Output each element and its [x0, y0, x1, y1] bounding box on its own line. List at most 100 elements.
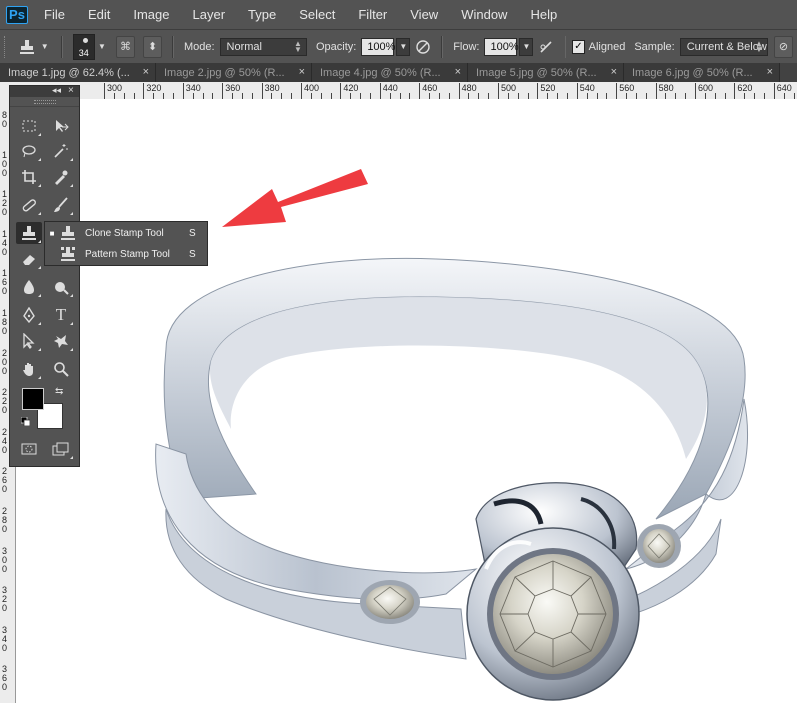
marquee-tool-icon[interactable]	[16, 115, 42, 137]
tab-document[interactable]: Image 5.jpg @ 50% (R... ×	[468, 63, 624, 82]
close-icon[interactable]: ×	[299, 66, 305, 78]
tab-document[interactable]: Image 1.jpg @ 62.4% (... ×	[0, 63, 156, 82]
ignore-adjustment-layers-icon[interactable]: ⊘	[773, 35, 794, 58]
ruler-label: 580	[658, 83, 674, 93]
menu-file[interactable]: File	[44, 7, 65, 22]
tools-grip[interactable]	[10, 97, 79, 107]
screen-mode-icon[interactable]	[48, 438, 74, 460]
tools-panel-header[interactable]: ◂◂ ×	[10, 85, 79, 97]
menu-filter[interactable]: Filter	[358, 7, 387, 22]
collapse-icon[interactable]: ◂◂	[52, 85, 61, 96]
ruler-tick	[576, 83, 578, 99]
aligned-label: Aligned	[588, 40, 626, 53]
ruler-tick	[182, 83, 184, 99]
blur-tool-icon[interactable]	[16, 276, 42, 298]
opacity-dropdown-button[interactable]: ▼	[396, 37, 411, 56]
flyout-item-label: Clone Stamp Tool	[85, 227, 164, 239]
menu-image[interactable]: Image	[133, 7, 169, 22]
chevron-down-icon[interactable]: ▼	[98, 42, 106, 51]
tab-document[interactable]: Image 2.jpg @ 50% (R... ×	[156, 63, 312, 82]
tab-label: Image 4.jpg @ 50% (R...	[320, 66, 441, 79]
separator	[172, 35, 174, 58]
lasso-tool-icon[interactable]	[16, 140, 42, 162]
ruler-tick	[616, 83, 618, 99]
swap-colors-icon[interactable]: ⇆	[55, 386, 63, 397]
magic-wand-icon[interactable]	[48, 140, 74, 162]
options-grip[interactable]	[4, 35, 8, 58]
custom-shape-icon[interactable]	[48, 330, 74, 352]
document-canvas[interactable]	[16, 99, 797, 703]
menu-layer[interactable]: Layer	[193, 7, 226, 22]
ruler-label: 540	[579, 83, 595, 93]
type-tool-icon[interactable]: T	[48, 304, 74, 326]
menu-window[interactable]: Window	[461, 7, 507, 22]
center-setting	[466, 482, 640, 701]
path-selection-icon[interactable]	[16, 330, 42, 352]
crop-tool-icon[interactable]	[16, 166, 42, 188]
default-colors-icon[interactable]	[20, 416, 31, 427]
eraser-tool-icon[interactable]	[16, 248, 42, 270]
move-tool-icon[interactable]	[48, 115, 74, 137]
ruler-tick	[537, 83, 539, 99]
options-bar: ▼ 34 ▼ ⌘ ⬍ Mode: Normal ▲ ▼ Opacity: 100%…	[0, 29, 797, 63]
clone-stamp-tool-icon[interactable]	[16, 222, 42, 244]
menu-type[interactable]: Type	[248, 7, 276, 22]
horizontal-ruler[interactable]: 300 320 340 360 380 400 420 440 460 480 500 520 540 5…	[0, 82, 797, 100]
eyedropper-icon[interactable]	[48, 166, 74, 188]
tools-panel: ◂◂ × T ⇆	[9, 85, 80, 467]
flyout-item-clone-stamp[interactable]: ■ Clone Stamp Tool S	[45, 223, 207, 243]
brush-preset-picker[interactable]: 34	[72, 33, 96, 60]
document-tabs: Image 1.jpg @ 62.4% (... × Image 2.jpg @ …	[0, 63, 797, 82]
airbrush-icon[interactable]	[537, 37, 554, 57]
ruler-label: 440	[382, 83, 398, 93]
menu-help[interactable]: Help	[530, 7, 557, 22]
updown-icon: ▲ ▼	[755, 38, 763, 54]
close-icon[interactable]: ×	[611, 66, 617, 78]
quick-mask-icon[interactable]	[16, 438, 42, 460]
tab-document[interactable]: Image 4.jpg @ 50% (R... ×	[312, 63, 468, 82]
sample-select[interactable]: Current & Below ▲ ▼	[679, 37, 768, 56]
menu-view[interactable]: View	[410, 7, 438, 22]
ruler-label: 620	[737, 83, 753, 93]
ruler-label: 460	[422, 83, 438, 93]
tool-preset-picker[interactable]	[16, 36, 38, 58]
ruler-tick	[222, 83, 224, 99]
clone-source-panel-icon[interactable]: ⬍	[143, 35, 163, 58]
opacity-input[interactable]: 100%	[361, 37, 395, 56]
tab-document[interactable]: Image 6.jpg @ 50% (R... ×	[624, 63, 780, 82]
mode-select[interactable]: Normal ▲ ▼	[219, 37, 307, 56]
ruler-tick	[379, 83, 381, 99]
menu-edit[interactable]: Edit	[88, 7, 110, 22]
close-icon[interactable]: ×	[455, 66, 461, 78]
stamp-tool-flyout: ■ Clone Stamp Tool S Pattern Stamp Tool …	[44, 221, 208, 266]
flyout-item-shortcut: S	[189, 248, 196, 260]
dodge-tool-icon[interactable]	[48, 276, 74, 298]
flow-input[interactable]: 100%	[484, 37, 519, 56]
side-stone-left	[360, 580, 420, 624]
close-icon[interactable]: ×	[143, 66, 149, 78]
ruler-label: 340	[185, 83, 201, 93]
healing-brush-icon[interactable]	[16, 194, 42, 216]
close-icon[interactable]: ×	[68, 85, 74, 96]
aligned-checkbox[interactable]: ✓	[572, 39, 585, 54]
ruler-label: 320	[146, 83, 162, 93]
chevron-down-icon[interactable]: ▼	[41, 42, 49, 51]
hand-tool-icon[interactable]	[16, 358, 42, 380]
zoom-tool-icon[interactable]	[48, 358, 74, 380]
close-icon[interactable]: ×	[767, 66, 773, 78]
ruler-label: 480	[461, 83, 477, 93]
ruler-label: 400	[304, 83, 320, 93]
ruler-label: 640	[776, 83, 792, 93]
brush-panel-icon[interactable]: ⌘	[115, 35, 136, 58]
pattern-stamp-icon	[59, 245, 77, 263]
pressure-opacity-icon[interactable]	[414, 37, 431, 57]
flow-dropdown-button[interactable]: ▼	[519, 37, 534, 56]
clone-stamp-icon	[59, 224, 77, 242]
foreground-color-swatch[interactable]	[22, 388, 44, 410]
ruler-tick	[773, 83, 775, 99]
brush-tool-icon[interactable]	[48, 194, 74, 216]
menu-select[interactable]: Select	[299, 7, 335, 22]
tab-label: Image 2.jpg @ 50% (R...	[164, 66, 285, 79]
pen-tool-icon[interactable]	[16, 304, 42, 326]
flyout-item-pattern-stamp[interactable]: Pattern Stamp Tool S	[45, 244, 207, 264]
